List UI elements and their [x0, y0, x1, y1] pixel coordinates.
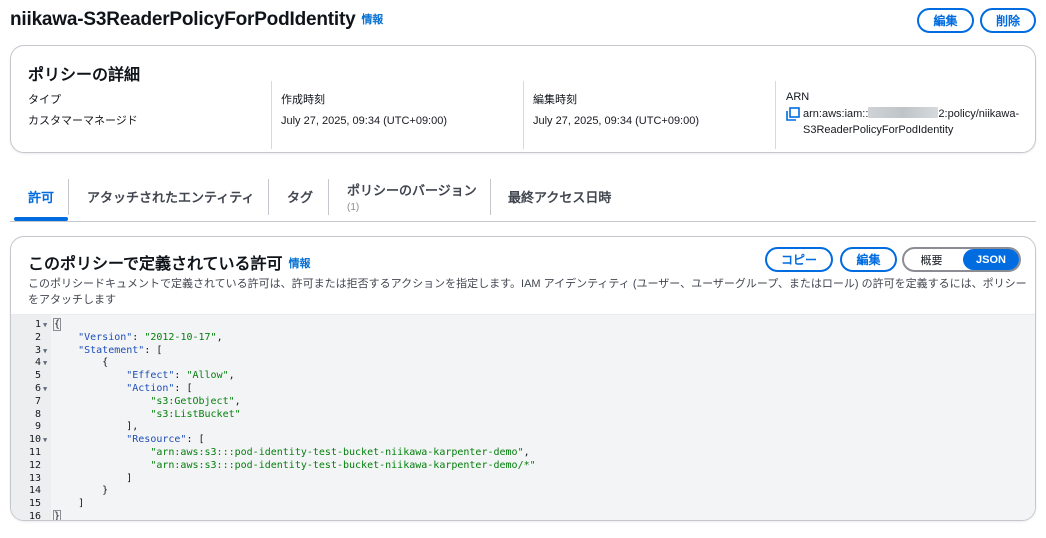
code-line: 10 ▼ "Resource": [	[11, 434, 1035, 447]
type-label: タイプ	[28, 94, 61, 106]
line-number: 5	[34, 370, 41, 382]
arn-prefix: arn:aws:iam::	[803, 108, 869, 120]
code-line: 9 ],	[11, 421, 1035, 434]
edited-column: 編集時刻 July 27, 2025, 09:34 (UTC+09:00)	[523, 81, 773, 149]
code-text: "Version": "2012-10-17",	[78, 331, 223, 343]
redacted-account-id	[868, 107, 939, 118]
line-number: 6	[34, 383, 41, 394]
code-text: "arn:aws:s3:::pod-identity-test-bucket-n…	[150, 447, 530, 458]
tab-divider	[268, 179, 269, 215]
view-summary-option[interactable]: 概要	[904, 249, 959, 270]
info-link[interactable]: 情報	[361, 14, 383, 26]
edit-button[interactable]: 編集	[917, 8, 974, 33]
code-line: 4 ▼ {	[11, 357, 1035, 370]
fold-arrow-icon[interactable]: ▼	[43, 357, 47, 370]
line-number: 12	[28, 459, 41, 471]
tab-policy-versions[interactable]: ポリシーのバージョン (1)	[347, 172, 477, 221]
code-line: 1 ▼ {	[11, 318, 1035, 332]
code-text: "s3:ListBucket"	[150, 408, 241, 420]
code-text: "Effect": "Allow",	[126, 370, 235, 382]
permissions-card: このポリシーで定義されている許可 情報 コピー 編集 概要 JSON このポリシー…	[10, 236, 1036, 521]
line-number: 13	[28, 472, 41, 484]
tab-divider	[68, 179, 69, 215]
policy-details-card: ポリシーの詳細 タイプ カスタマーマネージド 作成時刻 July 27, 202…	[10, 45, 1036, 153]
copy-button[interactable]: コピー	[765, 247, 833, 272]
copy-icon[interactable]	[786, 107, 800, 121]
fold-arrow-icon[interactable]: ▼	[43, 383, 47, 396]
tab-divider	[328, 179, 329, 215]
code-text: ]	[54, 472, 133, 484]
info-link[interactable]: 情報	[289, 258, 311, 270]
code-text: {	[54, 357, 109, 369]
line-number: 11	[28, 447, 41, 458]
tab-bar: 許可 アタッチされたエンティティ タグ ポリシーのバージョン (1) 最終アクセス…	[10, 172, 1036, 222]
active-tab-indicator	[14, 217, 68, 221]
line-number: 1	[34, 319, 41, 330]
arn-label: ARN	[786, 91, 810, 103]
code-line: 3 ▼ "Statement": [	[11, 344, 1035, 358]
code-text: }	[52, 510, 62, 521]
created-value: July 27, 2025, 09:34 (UTC+09:00)	[281, 115, 448, 127]
code-line: 15 ]	[11, 498, 1035, 511]
code-line: 5 "Effect": "Allow",	[11, 370, 1035, 383]
code-line: 7 "s3:GetObject",	[11, 395, 1035, 409]
line-number: 4	[34, 357, 41, 369]
edit-policy-button[interactable]: 編集	[840, 247, 897, 272]
code-line: 2 "Version": "2012-10-17",	[11, 331, 1035, 345]
line-number: 7	[34, 395, 41, 407]
code-line: 11 "arn:aws:s3:::pod-identity-test-bucke…	[11, 447, 1035, 460]
arn-value: arn:aws:iam:: 2:policy/niikawa-S3ReaderPo…	[786, 106, 1025, 138]
line-number: 16	[28, 511, 41, 521]
code-text: ]	[54, 498, 85, 510]
tab-tags[interactable]: タグ	[287, 172, 313, 221]
code-text: }	[54, 485, 109, 497]
delete-button[interactable]: 削除	[980, 8, 1036, 33]
tab-attached-entities[interactable]: アタッチされたエンティティ	[87, 172, 254, 221]
line-number: 8	[34, 408, 41, 420]
code-text: "Resource": [	[126, 434, 205, 446]
line-number: 14	[28, 485, 41, 497]
code-line: 12 "arn:aws:s3:::pod-identity-test-bucke…	[11, 459, 1035, 473]
policy-details-title: ポリシーの詳細	[28, 67, 141, 84]
edited-value: July 27, 2025, 09:34 (UTC+09:00)	[533, 115, 700, 127]
edited-label: 編集時刻	[533, 94, 577, 106]
type-value: カスタマーマネージド	[28, 115, 138, 127]
tab-permissions[interactable]: 許可	[28, 172, 54, 221]
code-text: ],	[54, 421, 139, 433]
fold-arrow-icon[interactable]: ▼	[43, 319, 47, 332]
page-title: niikawa-S3ReaderPolicyForPodIdentity 情報	[10, 9, 384, 30]
line-number: 15	[28, 498, 41, 510]
tab-last-accessed[interactable]: 最終アクセス日時	[508, 172, 611, 221]
line-number: 3	[34, 344, 41, 356]
permissions-title: このポリシーで定義されている許可 情報	[28, 256, 311, 273]
code-text: "Action": [	[126, 383, 193, 394]
code-text: {	[52, 318, 62, 331]
code-text: "arn:aws:s3:::pod-identity-test-bucket-n…	[150, 459, 536, 471]
fold-arrow-icon[interactable]: ▼	[43, 345, 47, 358]
view-json-option[interactable]: JSON	[963, 249, 1019, 270]
permissions-description: このポリシードキュメントで定義されている許可は、許可または拒否するアクションを指…	[28, 278, 1027, 306]
created-label: 作成時刻	[281, 94, 325, 106]
code-line: 6 ▼ "Action": [	[11, 383, 1035, 396]
arn-column: ARN arn:aws:iam:: 2:policy/niikawa-S3Read…	[775, 81, 1025, 149]
code-line: 8 "s3:ListBucket"	[11, 408, 1035, 422]
code-text: "Statement": [	[78, 344, 163, 356]
type-column: タイプ カスタマーマネージド	[28, 91, 268, 159]
code-text: "s3:GetObject",	[150, 395, 241, 407]
code-line: 16}	[11, 510, 1035, 521]
tab-policy-versions-count: (1)	[347, 202, 360, 213]
page-header: niikawa-S3ReaderPolicyForPodIdentity 情報 編…	[10, 6, 1040, 36]
code-line: 13 ]	[11, 472, 1035, 486]
line-number: 2	[34, 331, 41, 343]
created-column: 作成時刻 July 27, 2025, 09:34 (UTC+09:00)	[271, 81, 523, 149]
fold-arrow-icon[interactable]: ▼	[43, 434, 47, 447]
code-line: 14 }	[11, 485, 1035, 498]
line-number: 9	[34, 421, 41, 433]
line-number: 10	[28, 434, 41, 446]
view-toggle: 概要 JSON	[902, 247, 1021, 272]
json-editor[interactable]: 1 ▼{2 "Version": "2012-10-17", 3 ▼ "Stateme…	[11, 314, 1035, 521]
tab-divider	[490, 179, 491, 215]
